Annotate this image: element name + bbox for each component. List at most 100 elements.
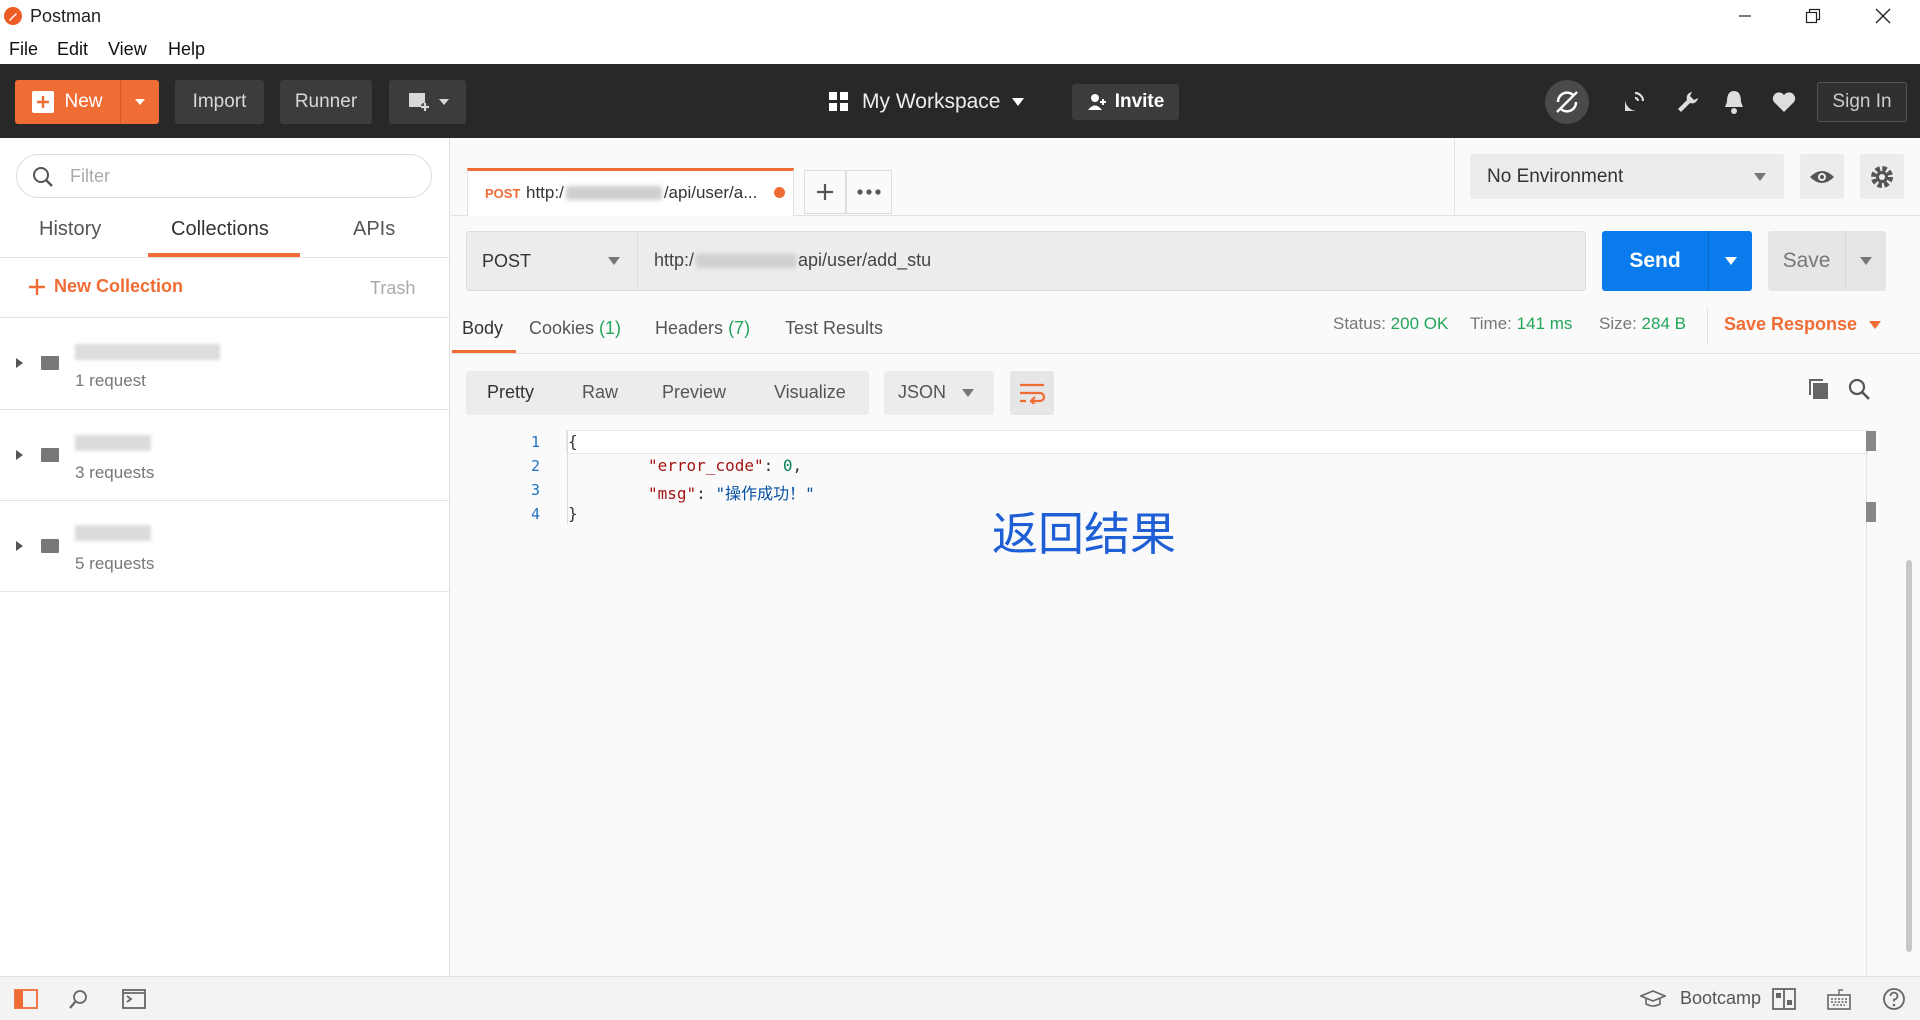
new-dropdown-caret-icon[interactable] — [121, 80, 159, 124]
wrap-lines-button[interactable] — [1010, 371, 1054, 415]
new-button[interactable]: New — [15, 80, 159, 124]
code-open-brace: { — [568, 432, 578, 451]
menu-help[interactable]: Help — [168, 39, 205, 60]
wrap-icon — [1020, 383, 1046, 404]
status-label: Status: — [1333, 314, 1386, 333]
tab-more-button[interactable] — [846, 170, 892, 214]
search-icon[interactable] — [1847, 377, 1871, 401]
collection-name-redacted — [75, 525, 151, 541]
url-start: http:/ — [654, 250, 695, 270]
trash-link[interactable]: Trash — [370, 278, 415, 299]
send-button[interactable]: Send — [1602, 231, 1752, 291]
url-end: api/user/add_stu — [798, 250, 932, 270]
request-tab-method: POST — [485, 186, 521, 201]
line-number: 4 — [530, 505, 540, 523]
tab-history[interactable]: History — [39, 218, 101, 241]
minimize-icon[interactable] — [1710, 0, 1780, 32]
menu-edit[interactable]: Edit — [57, 39, 88, 60]
tab-headers[interactable]: Headers (7) — [655, 318, 750, 339]
caret-right-icon[interactable] — [16, 358, 23, 368]
sync-off-icon[interactable] — [1545, 80, 1589, 124]
collection-item[interactable] — [0, 317, 450, 409]
folder-icon — [41, 448, 59, 462]
chevron-down-icon — [438, 99, 449, 105]
environment-quick-look-button[interactable] — [1800, 154, 1844, 199]
collection-item[interactable] — [0, 409, 450, 501]
bootcamp-button[interactable]: Bootcamp — [1640, 988, 1761, 1009]
scrollbar[interactable] — [1906, 560, 1912, 952]
workspace-selector[interactable]: My Workspace — [828, 82, 1025, 122]
graduation-cap-icon — [1640, 989, 1666, 1007]
copy-icon[interactable] — [1807, 377, 1831, 401]
sign-in-button[interactable]: Sign In — [1817, 82, 1907, 122]
send-label: Send — [1602, 231, 1709, 291]
wrench-icon[interactable] — [1675, 89, 1701, 115]
heart-icon[interactable] — [1771, 89, 1797, 115]
status-value: 200 OK — [1390, 314, 1449, 333]
find-replace-icon[interactable] — [67, 988, 91, 1010]
chevron-down-icon — [962, 389, 974, 397]
format-preview[interactable]: Preview — [662, 382, 726, 403]
caret-right-icon[interactable] — [16, 450, 23, 460]
eye-icon — [1810, 170, 1834, 183]
collection-item[interactable] — [0, 500, 450, 592]
time-label: Time: — [1470, 314, 1512, 333]
tab-cookies-label: Cookies — [529, 318, 595, 338]
chevron-down-icon — [608, 257, 620, 265]
grid-icon — [829, 92, 848, 111]
scroll-marker — [1866, 431, 1876, 451]
save-response-button[interactable]: Save Response — [1724, 314, 1882, 335]
response-status: Status: 200 OK — [1333, 314, 1448, 334]
status-bar — [0, 976, 1920, 1020]
json-key: "msg" — [648, 484, 697, 503]
toggle-sidebar-icon[interactable] — [14, 988, 38, 1010]
active-line-highlight — [566, 430, 1868, 454]
tab-apis[interactable]: APIs — [353, 218, 395, 241]
collection-request-count: 3 requests — [75, 463, 155, 482]
new-collection-button[interactable]: New Collection — [28, 276, 183, 297]
line-number: 3 — [530, 481, 540, 499]
menu-file[interactable]: File — [9, 39, 38, 60]
format-pretty[interactable]: Pretty — [487, 382, 534, 403]
save-button[interactable]: Save — [1768, 231, 1886, 291]
chevron-down-icon — [1012, 98, 1025, 106]
tab-test-results[interactable]: Test Results — [785, 318, 883, 339]
import-button[interactable]: Import — [175, 80, 264, 124]
invite-button[interactable]: Invite — [1072, 84, 1179, 120]
format-raw[interactable]: Raw — [582, 382, 618, 403]
keyboard-shortcuts-icon[interactable] — [1827, 988, 1851, 1010]
collection-name-redacted — [75, 344, 220, 360]
new-window-button[interactable] — [389, 80, 466, 124]
tab-body[interactable]: Body — [462, 318, 503, 339]
close-icon[interactable] — [1848, 0, 1918, 32]
plus-icon — [29, 278, 45, 295]
code-close-brace: } — [568, 504, 578, 523]
environment-label: No Environment — [1487, 166, 1624, 187]
title-bar — [0, 0, 1920, 32]
json-string: "操作成功！" — [715, 484, 815, 503]
redacted-host — [565, 186, 662, 200]
tab-cookies[interactable]: Cookies (1) — [529, 318, 621, 339]
send-dropdown-caret-icon[interactable] — [1709, 231, 1752, 291]
line-number: 2 — [530, 457, 540, 475]
manage-environments-button[interactable] — [1860, 154, 1904, 199]
url-value: http:/ api/user/add_stu — [654, 250, 931, 271]
save-dropdown-caret-icon[interactable] — [1846, 231, 1886, 291]
caret-right-icon[interactable] — [16, 541, 23, 551]
tab-collections[interactable]: Collections — [171, 218, 269, 241]
request-tab-url-start: http:/ — [526, 183, 564, 202]
satellite-icon[interactable] — [1621, 89, 1647, 115]
filter-placeholder: Filter — [70, 166, 110, 186]
runner-button[interactable]: Runner — [280, 80, 372, 124]
format-visualize[interactable]: Visualize — [774, 382, 846, 403]
help-icon[interactable] — [1882, 988, 1906, 1010]
menu-view[interactable]: View — [108, 39, 147, 60]
add-tab-button[interactable] — [804, 170, 846, 214]
restore-icon[interactable] — [1778, 0, 1848, 32]
request-tab-url-end: /api/user/a... — [663, 183, 758, 202]
chevron-down-icon — [1754, 173, 1766, 181]
two-pane-view-icon[interactable] — [1772, 988, 1796, 1010]
plus-icon — [817, 184, 833, 200]
bell-icon[interactable] — [1721, 89, 1747, 115]
console-icon[interactable] — [122, 988, 146, 1010]
